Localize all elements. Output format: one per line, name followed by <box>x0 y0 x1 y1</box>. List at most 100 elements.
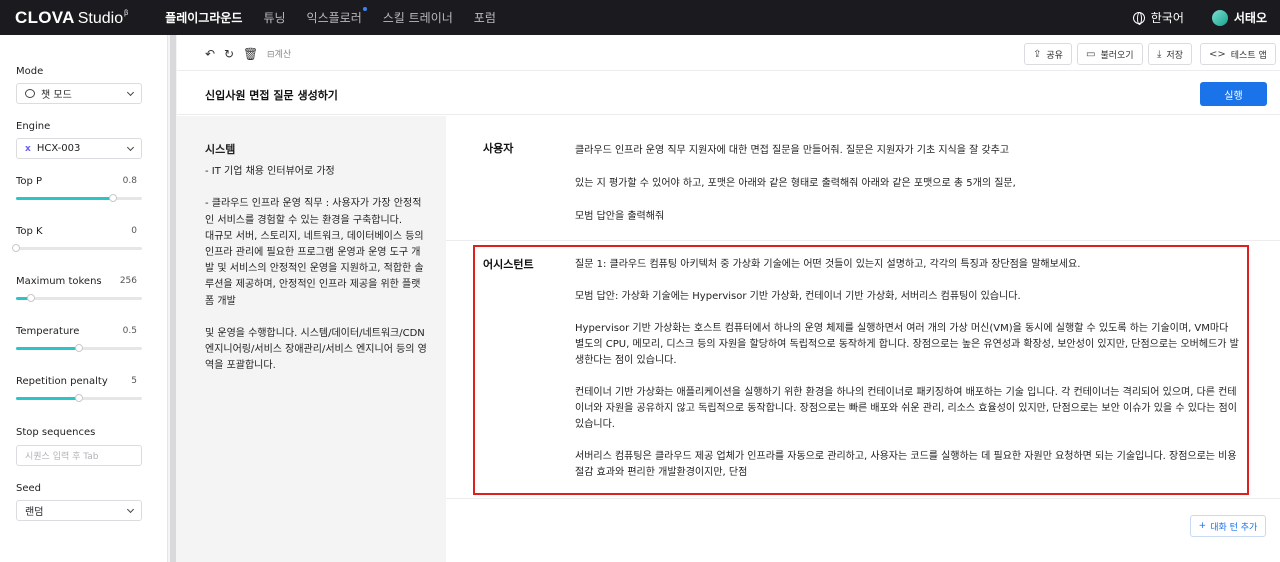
mode-label: Mode <box>16 66 44 77</box>
playground-main: ↶ ↻ 🗑 ⊟계산 ⇪ 공유 ▭ 불러오기 ⤓ 저장 <> 테스트 앱 신입사원… <box>177 35 1280 562</box>
save-button[interactable]: ⤓ 저장 <box>1148 43 1192 65</box>
temperature-value: 0.5 <box>122 326 137 336</box>
test-app-button[interactable]: <> 테스트 앱 <box>1200 43 1276 65</box>
new-indicator-dot <box>362 7 367 11</box>
language-selector[interactable]: 한국어 <box>1132 9 1184 26</box>
top-p-value: 0.8 <box>122 176 137 186</box>
seed-select[interactable]: 랜덤 <box>16 500 142 521</box>
top-navigation-bar: CLOVA Studio β 플레이그라운드 튜닝 익스플로러 스킬 트레이너 … <box>0 0 1280 35</box>
page-title[interactable]: 신입사원 면접 질문 생성하기 <box>205 87 338 103</box>
language-label: 한국어 <box>1150 11 1184 25</box>
engine-label: Engine <box>16 121 51 132</box>
system-prompt-panel: 시스템 - IT 기업 채용 인터뷰어로 가정 - 클라우드 인프라 운영 직무… <box>177 116 446 562</box>
seed-label: Seed <box>16 483 41 494</box>
trash-icon[interactable]: 🗑 <box>243 47 258 61</box>
engine-select[interactable]: x HCX-003 <box>16 138 142 159</box>
sidebar-scrollbar[interactable] <box>170 35 176 562</box>
stop-sequences-label: Stop sequences <box>16 427 96 438</box>
temperature-label: Temperature <box>16 326 80 337</box>
temperature-slider[interactable] <box>16 344 142 352</box>
assistant-message[interactable]: 질문 1: 클라우드 컴퓨팅 아키텍처 중 가상화 기술에는 어떤 것들이 있는… <box>575 257 1239 497</box>
repetition-penalty-value: 5 <box>131 376 137 386</box>
assistant-role-label[interactable]: 어시스턴트 <box>483 256 534 272</box>
editor-toolbar: ↶ ↻ 🗑 ⊟계산 ⇪ 공유 ▭ 불러오기 ⤓ 저장 <> 테스트 앱 <box>177 35 1280 71</box>
top-k-label: Top K <box>16 226 43 237</box>
nav-forum[interactable]: 포럼 <box>474 9 496 26</box>
logo-bold-text: CLOVA <box>15 7 75 27</box>
mode-select[interactable]: 챗 모드 <box>16 83 142 104</box>
token-calc-label: 계산 <box>274 50 292 60</box>
repetition-penalty-label: Repetition penalty <box>16 376 108 387</box>
chevron-down-icon <box>126 143 135 152</box>
load-button[interactable]: ▭ 불러오기 <box>1077 43 1143 65</box>
slider-handle[interactable] <box>12 244 20 252</box>
nav-playground[interactable]: 플레이그라운드 <box>165 9 242 26</box>
system-prompt-text[interactable]: - IT 기업 채용 인터뷰어로 가정 - 클라우드 인프라 운영 직무 : 사… <box>205 164 427 375</box>
globe-icon <box>1132 11 1145 25</box>
share-button[interactable]: ⇪ 공유 <box>1024 43 1072 65</box>
nav-explorer[interactable]: 익스플로러 <box>306 7 367 26</box>
title-bar: 신입사원 면접 질문 생성하기 실행 <box>177 71 1280 115</box>
nav-tuning[interactable]: 튜닝 <box>263 9 285 26</box>
system-title: 시스템 <box>205 143 236 156</box>
plus-icon: + <box>1198 521 1207 531</box>
logo-beta-mark: β <box>124 9 129 17</box>
assistant-paragraph: 컨테이너 기반 가상화는 애플리케이션을 실행하기 위한 환경을 하나의 컨테이… <box>575 387 1237 430</box>
stop-sequences-input[interactable]: 시퀀스 입력 후 Tab <box>16 445 142 466</box>
assistant-paragraph: 모범 답안: 가상화 기술에는 Hypervisor 기반 가상화, 컨테이너 … <box>575 291 1021 302</box>
clova-studio-logo[interactable]: CLOVA Studio β <box>15 8 128 28</box>
user-message-line[interactable]: 있는 지 평가할 수 있어야 하고, 포맷은 아래와 같은 형태로 출력해줘 아… <box>575 174 1016 189</box>
engine-value: HCX-003 <box>36 143 81 154</box>
add-turn-button[interactable]: + 대화 턴 추가 <box>1190 515 1266 537</box>
max-tokens-value: 256 <box>119 276 137 286</box>
folder-icon: ▭ <box>1086 48 1096 60</box>
slider-fill <box>16 197 114 200</box>
max-tokens-label: Maximum tokens <box>16 276 102 287</box>
turn-divider <box>446 240 1280 241</box>
share-label: 공유 <box>1046 50 1063 61</box>
slider-handle[interactable] <box>75 344 83 352</box>
main-nav: 플레이그라운드 튜닝 익스플로러 스킬 트레이너 포럼 <box>165 0 517 35</box>
nav-skill-trainer[interactable]: 스킬 트레이너 <box>383 9 453 26</box>
top-p-label: Top P <box>16 176 43 187</box>
user-name: 서태오 <box>1233 11 1267 25</box>
top-k-value: 0 <box>131 226 137 236</box>
nav-explorer-label: 익스플로러 <box>306 11 362 25</box>
user-message-line[interactable]: 모범 답안을 출력해줘 <box>575 207 664 222</box>
slider-handle[interactable] <box>75 394 83 402</box>
top-p-slider[interactable] <box>16 194 142 202</box>
user-menu[interactable]: 서태오 <box>1211 9 1267 26</box>
engine-x-icon: x <box>25 143 31 154</box>
save-label: 저장 <box>1166 50 1183 61</box>
chevron-down-icon <box>126 505 135 514</box>
conversation-panel: 사용자 클라우드 인프라 운영 직무 지원자에 대한 면접 질문을 만들어줘. … <box>446 116 1280 562</box>
assistant-paragraph: 질문 1: 클라우드 컴퓨팅 아키텍처 중 가상화 기술에는 어떤 것들이 있는… <box>575 259 1081 270</box>
nav-right-group: 한국어 서태오 <box>1132 9 1267 26</box>
max-tokens-slider[interactable] <box>16 294 142 302</box>
assistant-paragraph: 서버리스 컴퓨팅은 클라우드 제공 업체가 인프라를 자동으로 관리하고, 사용… <box>575 451 1237 478</box>
add-turn-label: 대화 턴 추가 <box>1210 522 1258 533</box>
parameters-sidebar: Mode 챗 모드 Engine x HCX-003 Top P 0.8 Top… <box>0 35 168 562</box>
slider-fill <box>16 347 79 350</box>
token-calc[interactable]: ⊟계산 <box>267 47 291 60</box>
turn-divider <box>446 498 1280 499</box>
top-k-slider[interactable] <box>12 244 142 252</box>
user-role-label[interactable]: 사용자 <box>483 140 513 156</box>
chevron-down-icon <box>126 88 135 97</box>
download-icon: ⤓ <box>1157 48 1162 60</box>
test-app-label: 테스트 앱 <box>1230 50 1267 61</box>
refresh-icon[interactable]: ↻ <box>224 47 234 61</box>
assistant-paragraph: Hypervisor 기반 가상화는 호스트 컴퓨터에서 하나의 운영 체제를 … <box>575 323 1239 366</box>
run-button[interactable]: 실행 <box>1200 82 1267 106</box>
user-message-line[interactable]: 클라우드 인프라 운영 직무 지원자에 대한 면접 질문을 만들어줘. 질문은 … <box>575 141 1009 156</box>
chat-icon <box>25 89 35 98</box>
mode-value: 챗 모드 <box>41 90 72 101</box>
repetition-penalty-slider[interactable] <box>16 394 142 402</box>
undo-icon[interactable]: ↶ <box>205 47 215 61</box>
slider-fill <box>16 397 79 400</box>
seed-value: 랜덤 <box>25 507 44 518</box>
load-label: 불러오기 <box>1100 50 1134 61</box>
logo-regular-text: Studio <box>77 9 124 27</box>
slider-handle[interactable] <box>27 294 36 302</box>
slider-handle[interactable] <box>109 194 118 202</box>
